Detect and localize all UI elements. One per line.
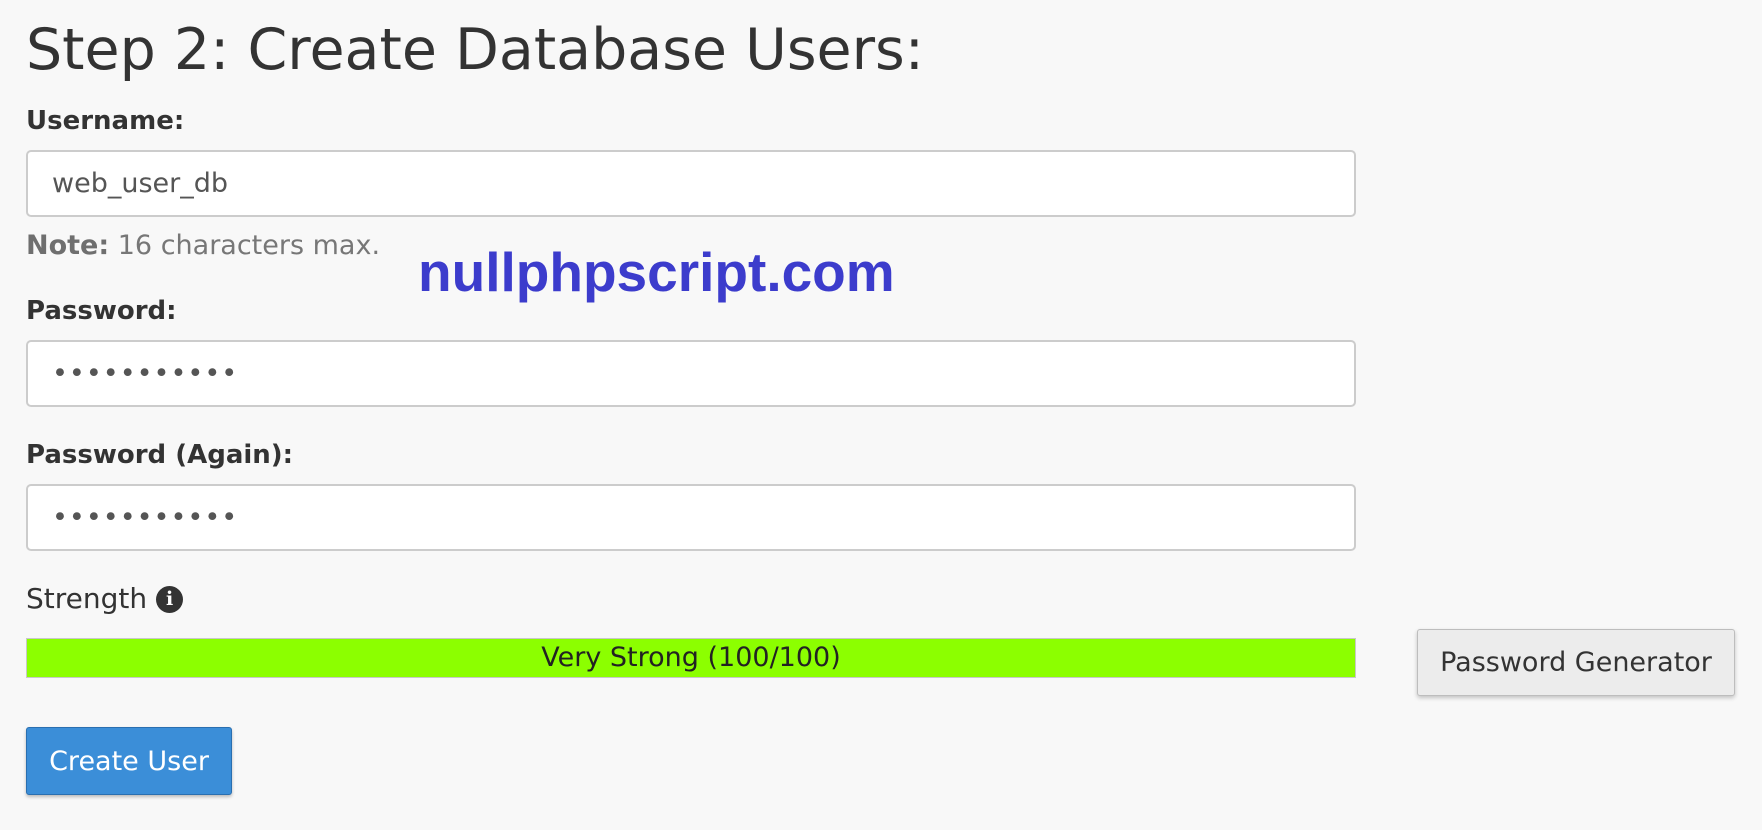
info-circle-icon[interactable]: i [156, 585, 184, 613]
password-generator-button[interactable]: Password Generator [1417, 629, 1735, 696]
username-note: Note: 16 characters max. [26, 228, 380, 264]
note-text: 16 characters max. [109, 230, 381, 261]
page-title: Step 2: Create Database Users: [26, 17, 924, 83]
password-again-input[interactable] [26, 484, 1356, 551]
watermark-text: nullphpscript.com [418, 241, 895, 303]
username-input[interactable] [26, 150, 1356, 217]
strength-label-text: Strength [26, 582, 148, 615]
create-user-button[interactable]: Create User [26, 727, 232, 795]
note-prefix: Note: [26, 230, 110, 261]
password-strength-meter: Very Strong (100/100) [26, 638, 1356, 678]
password-input[interactable] [26, 340, 1356, 407]
username-label: Username: [26, 106, 185, 136]
strength-meter-text: Very Strong (100/100) [541, 642, 841, 673]
password-again-label: Password (Again): [26, 440, 294, 470]
strength-label: Strength i [26, 580, 184, 618]
password-label: Password: [26, 296, 177, 326]
